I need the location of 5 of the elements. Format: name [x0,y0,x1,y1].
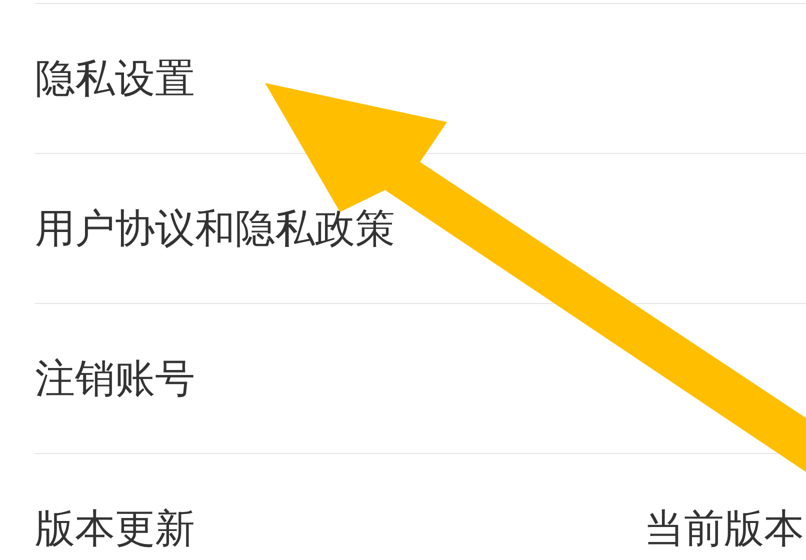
settings-value: 当前版本 [644,505,804,554]
settings-label: 用户协议和隐私政策 [35,205,395,254]
settings-label: 注销账号 [35,355,195,404]
settings-label: 版本更新 [35,505,195,554]
settings-label: 隐私设置 [35,55,195,104]
